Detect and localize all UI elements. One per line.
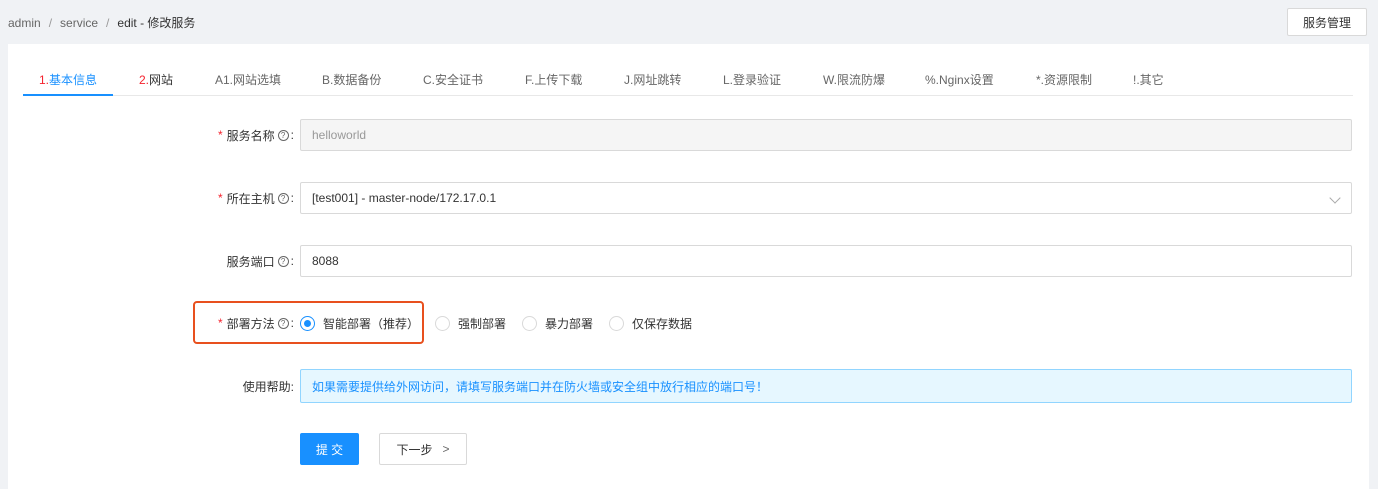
chevron-down-icon <box>1329 192 1341 204</box>
port-label: 服务端口 ? : <box>227 245 294 277</box>
tab-prefix: %. <box>925 73 940 87</box>
help-icon[interactable]: ? <box>277 192 289 204</box>
tab-resource-limit[interactable]: *.资源限制 <box>1036 71 1092 88</box>
required-mark: * <box>217 191 223 205</box>
tab-website[interactable]: 2.网站 <box>139 71 173 88</box>
tab-prefix: W. <box>823 73 837 87</box>
breadcrumb-separator: / <box>106 15 110 30</box>
tab-prefix: B. <box>322 73 334 87</box>
tab-prefix: A1. <box>215 73 234 87</box>
tab-label: Nginx设置 <box>939 73 994 87</box>
tab-ssl-cert[interactable]: C.安全证书 <box>423 71 483 88</box>
port-input[interactable]: 8088 <box>300 245 1352 277</box>
tab-label: 登录验证 <box>733 73 782 87</box>
tab-upload-download[interactable]: F.上传下载 <box>525 71 582 88</box>
tab-prefix: L. <box>723 73 734 87</box>
label-colon: : <box>290 191 294 205</box>
breadcrumb: admin / service / edit - 修改服务 <box>8 14 195 31</box>
tab-nginx-settings[interactable]: %.Nginx设置 <box>925 71 994 88</box>
active-tab-indicator <box>23 94 113 96</box>
port-label-text: 服务端口 <box>226 254 275 269</box>
deploy-option-brute[interactable]: 暴力部署 <box>522 315 593 332</box>
help-icon[interactable]: ? <box>277 129 289 141</box>
service-manage-button[interactable]: 服务管理 <box>1287 8 1367 36</box>
host-select-value: [test001] - master-node/172.17.0.1 <box>312 191 497 205</box>
label-colon: : <box>290 254 294 268</box>
radio-label: 暴力部署 <box>545 316 594 331</box>
deploy-label: * 部署方法 ? : <box>218 307 294 339</box>
radio-circle[interactable] <box>435 315 451 331</box>
help-icon[interactable]: ? <box>277 317 289 329</box>
help-label: 使用帮助: <box>242 379 294 394</box>
main-card: 1.基本信息 2.网站 A1.网站选填 B.数据备份 C.安全证书 F.上传下载… <box>8 44 1369 489</box>
tab-data-backup[interactable]: B.数据备份 <box>322 71 381 88</box>
tab-basic-info[interactable]: 1.基本信息 <box>39 71 97 88</box>
top-bar: admin / service / edit - 修改服务 服务管理 <box>0 0 1378 42</box>
radio-circle[interactable] <box>522 315 538 331</box>
tab-other[interactable]: !.其它 <box>1133 71 1164 88</box>
submit-button[interactable]: 提 交 <box>300 433 359 465</box>
radio-label: 智能部署（推荐） <box>323 316 420 331</box>
deploy-option-smart[interactable]: 智能部署（推荐） <box>300 315 419 332</box>
breadcrumb-separator: / <box>48 15 53 30</box>
next-step-label: 下一步 <box>396 442 433 457</box>
tab-label: 其它 <box>1139 73 1164 87</box>
breadcrumb-current: edit - 修改服务 <box>117 16 196 30</box>
label-colon: : <box>290 316 294 330</box>
breadcrumb-service[interactable]: service <box>60 16 98 30</box>
service-name-input[interactable]: helloworld <box>300 119 1352 151</box>
tab-label: 网站选填 <box>233 73 282 87</box>
tab-url-redirect[interactable]: J.网址跳转 <box>624 71 681 88</box>
tab-label: 网站 <box>149 73 174 87</box>
tab-website-optional[interactable]: A1.网站选填 <box>215 71 281 88</box>
breadcrumb-admin[interactable]: admin <box>8 16 41 30</box>
label-colon: : <box>290 128 294 142</box>
radio-label: 强制部署 <box>458 316 507 331</box>
service-name-label: * 服务名称 ? : <box>218 119 294 151</box>
tab-label: 数据备份 <box>333 73 382 87</box>
host-label-text: 所在主机 <box>226 191 275 206</box>
tab-bar: 1.基本信息 2.网站 A1.网站选填 B.数据备份 C.安全证书 F.上传下载… <box>23 64 1353 96</box>
radio-label: 仅保存数据 <box>632 316 693 331</box>
deploy-label-text: 部署方法 <box>226 316 275 331</box>
radio-circle[interactable] <box>609 315 625 331</box>
tab-label: 上传下载 <box>534 73 583 87</box>
deploy-radio-group: 智能部署（推荐） 强制部署 暴力部署 仅保存数据 <box>300 307 708 339</box>
tab-label: 网址跳转 <box>633 73 682 87</box>
tab-prefix: C. <box>423 73 435 87</box>
deploy-option-force[interactable]: 强制部署 <box>435 315 506 332</box>
tab-label: 安全证书 <box>435 73 484 87</box>
host-label: * 所在主机 ? : <box>218 182 294 214</box>
tab-prefix: 2. <box>139 73 150 87</box>
host-select[interactable]: [test001] - master-node/172.17.0.1 <box>300 182 1352 214</box>
tab-login-auth[interactable]: L.登录验证 <box>723 71 781 88</box>
service-name-label-text: 服务名称 <box>226 128 275 143</box>
tab-prefix: !. <box>1133 73 1140 87</box>
tab-prefix: F. <box>525 73 535 87</box>
tab-rate-limit[interactable]: W.限流防爆 <box>823 71 885 88</box>
help-info-box: 如果需要提供给外网访问，请填写服务端口并在防火墙或安全组中放行相应的端口号！ <box>300 369 1352 403</box>
tab-label: 基本信息 <box>49 73 98 87</box>
help-icon[interactable]: ? <box>277 255 289 267</box>
radio-circle[interactable] <box>300 315 315 331</box>
next-step-button[interactable]: 下一步 > <box>379 433 467 465</box>
tab-label: 资源限制 <box>1044 73 1093 87</box>
required-mark: * <box>217 316 223 330</box>
tab-label: 限流防爆 <box>837 73 886 87</box>
tab-prefix: *. <box>1036 73 1045 87</box>
chevron-right-icon: > <box>442 442 450 456</box>
deploy-option-save-only[interactable]: 仅保存数据 <box>609 315 692 332</box>
tab-prefix: 1. <box>39 73 50 87</box>
tab-prefix: J. <box>624 73 634 87</box>
required-mark: * <box>217 128 223 142</box>
